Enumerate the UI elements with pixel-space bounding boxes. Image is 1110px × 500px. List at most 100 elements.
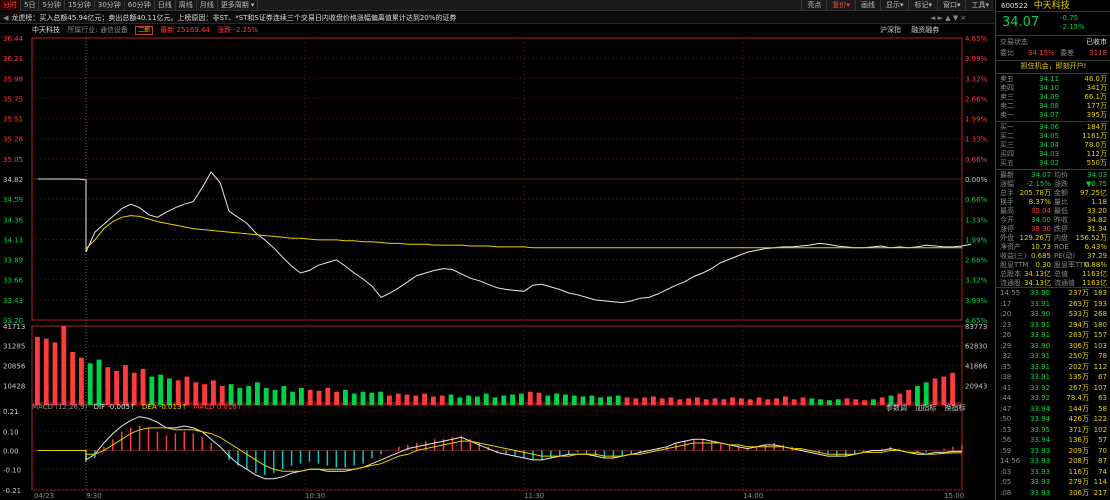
mark-label: 标记 [914, 0, 929, 9]
mark-button[interactable]: 标记▾ [908, 0, 937, 11]
volume-bar [228, 384, 234, 405]
ask-row: 卖二 34.08 177万 [996, 102, 1110, 111]
tab-intraday[interactable]: 分时 [0, 0, 21, 11]
stat-label: 今开 [1000, 216, 1014, 224]
adjust-label: 复价 [832, 0, 847, 9]
volume-tick-label: 31285 [3, 343, 25, 351]
tab-more-periods[interactable]: 更多周期 ▾ [218, 0, 259, 11]
pct-tick-label: 1.33% [965, 136, 988, 144]
time-axis-label: 14:00 [743, 492, 763, 500]
tools-button[interactable]: 工具▾ [965, 0, 994, 11]
volume-bar [844, 398, 850, 405]
stat-row: 股息TTM 0.30 股息率TTM 0.88% [996, 261, 1110, 270]
volume-bar [457, 397, 463, 405]
ask-level-label: 卖三 [1000, 93, 1014, 101]
hs-index-button[interactable]: 沪深指 [880, 26, 901, 34]
stat-label: 涨幅 [1000, 180, 1014, 188]
tick-row: :17 33.91 263万 193 [996, 300, 1110, 309]
param-adjust-button[interactable]: 参数调 [886, 404, 907, 412]
tick-price: 33.93 [1030, 478, 1051, 486]
bid-price: 34.05 [1038, 132, 1059, 140]
tab-weekly[interactable]: 周线 [176, 0, 197, 11]
stat-label: ROE [1054, 243, 1069, 251]
bid-row: 买一 34.06 184万 [996, 123, 1110, 132]
volume-bar [739, 398, 744, 405]
adjust-button[interactable]: 复价▾ [826, 0, 855, 11]
ask-volume: 341万 [1086, 84, 1107, 92]
status-value: 已收市 [1086, 38, 1107, 46]
promo-link[interactable]: 抓住机会，即刻开户! [996, 62, 1110, 71]
tick-price: 33.92 [1030, 383, 1051, 392]
indicator-tag[interactable]: 二郎 [135, 26, 154, 35]
tick-volume: 279万 [1068, 478, 1089, 486]
volume-bar [140, 369, 146, 405]
add-indicator-button[interactable]: 加指标 [915, 404, 936, 412]
tab-60min[interactable]: 60分钟 [125, 0, 155, 11]
tick-volume: 116万 [1068, 467, 1089, 476]
volume-bar [589, 395, 595, 405]
tick-count: 114 [1093, 478, 1107, 486]
tab-5min[interactable]: 5分钟 [39, 0, 65, 11]
ask-level-label: 卖四 [1000, 84, 1014, 92]
stat-value: 1163亿 [1082, 270, 1107, 278]
volume-bar [184, 376, 190, 405]
status-label: 交易状态 [1000, 38, 1028, 46]
stat-label: 最高 [1000, 207, 1014, 215]
tick-count: 63 [1098, 394, 1107, 402]
stat-label: 量比 [1054, 198, 1068, 206]
stat-label: 内盘 [1054, 234, 1068, 242]
tick-price: 33.90 [1030, 310, 1051, 318]
stat-label: 净资产 [1000, 243, 1021, 251]
ask-price: 34.07 [1038, 111, 1059, 119]
volume-bar [61, 326, 67, 405]
tab-monthly[interactable]: 月线 [197, 0, 218, 11]
tick-row: :08 33.93 306万 217 [996, 489, 1110, 498]
window-button[interactable]: 窗口▾ [936, 0, 966, 11]
tick-time: :38 [1000, 373, 1012, 381]
volume-bar [263, 387, 269, 405]
pct-tick-label: 3.32% [965, 75, 988, 83]
pct-tick-label: 0.00% [965, 176, 988, 184]
ticker-controls[interactable]: ◄ ► ▲ ▼ × [930, 12, 966, 23]
volume-bar [721, 399, 727, 405]
bid-volume: 550万 [1086, 159, 1107, 167]
chart-area[interactable]: 36.44 4.65% 36.21 3.99% 35.98 3.32% 35.75 2.66%… [0, 35, 994, 500]
pct-tick-label: 2.66% [965, 95, 988, 103]
volume-bar [510, 394, 516, 405]
tick-time: :23 [1000, 320, 1012, 329]
switch-indicator-button[interactable]: 换指标 [944, 404, 965, 412]
bid-level-label: 买一 [1000, 123, 1014, 131]
news-ticker[interactable]: ◀ 龙虎榜：买入总额45.94亿元；卖出总额40.11亿元。上榜原因：非ST、*S… [0, 12, 994, 24]
time-axis-label: 9:30 [86, 492, 102, 500]
tab-15min[interactable]: 15分钟 [65, 0, 95, 11]
ask-row: 卖四 34.10 341万 [996, 84, 1110, 93]
highlight-button[interactable]: 亮点 [801, 0, 826, 11]
margin-trading-button[interactable]: 融资融券 [911, 26, 939, 34]
tab-5day[interactable]: 5日 [21, 0, 40, 11]
chart-shortcuts: 沪深指 融资融券 [880, 25, 939, 35]
index-latest: 最新 25169.44 [160, 26, 210, 34]
bid-level-label: 买四 [1000, 150, 1014, 158]
tab-daily[interactable]: 日线 [155, 0, 176, 11]
volume-bar [941, 376, 947, 405]
price-pct: -2.15% [1060, 23, 1085, 31]
stat-label: 总值 [1054, 270, 1068, 278]
tick-count: 67 [1098, 373, 1107, 381]
volume-tick-label: 41713 [3, 323, 25, 331]
volume-bar [395, 393, 401, 405]
pct-tick-label: 0.66% [965, 196, 988, 204]
tick-row: :05 33.93 279万 114 [996, 478, 1110, 487]
bid-price: 34.04 [1038, 141, 1059, 149]
display-label: 显示 [885, 0, 900, 9]
stat-value: 205.78万 [1019, 189, 1052, 197]
ask-volume: 395万 [1086, 111, 1107, 119]
tab-30min[interactable]: 30分钟 [95, 0, 125, 11]
display-button[interactable]: 显示▾ [879, 0, 909, 11]
stat-value: 97.25亿 [1079, 189, 1107, 197]
tick-count: 157 [1093, 331, 1107, 339]
draw-button[interactable]: 画线 [854, 0, 880, 11]
stat-label: 流通股 [1000, 279, 1021, 287]
ask-level-label: 卖二 [1000, 102, 1014, 110]
volume-bar [580, 396, 586, 405]
tick-row: :23 33.91 294万 180 [996, 321, 1110, 330]
